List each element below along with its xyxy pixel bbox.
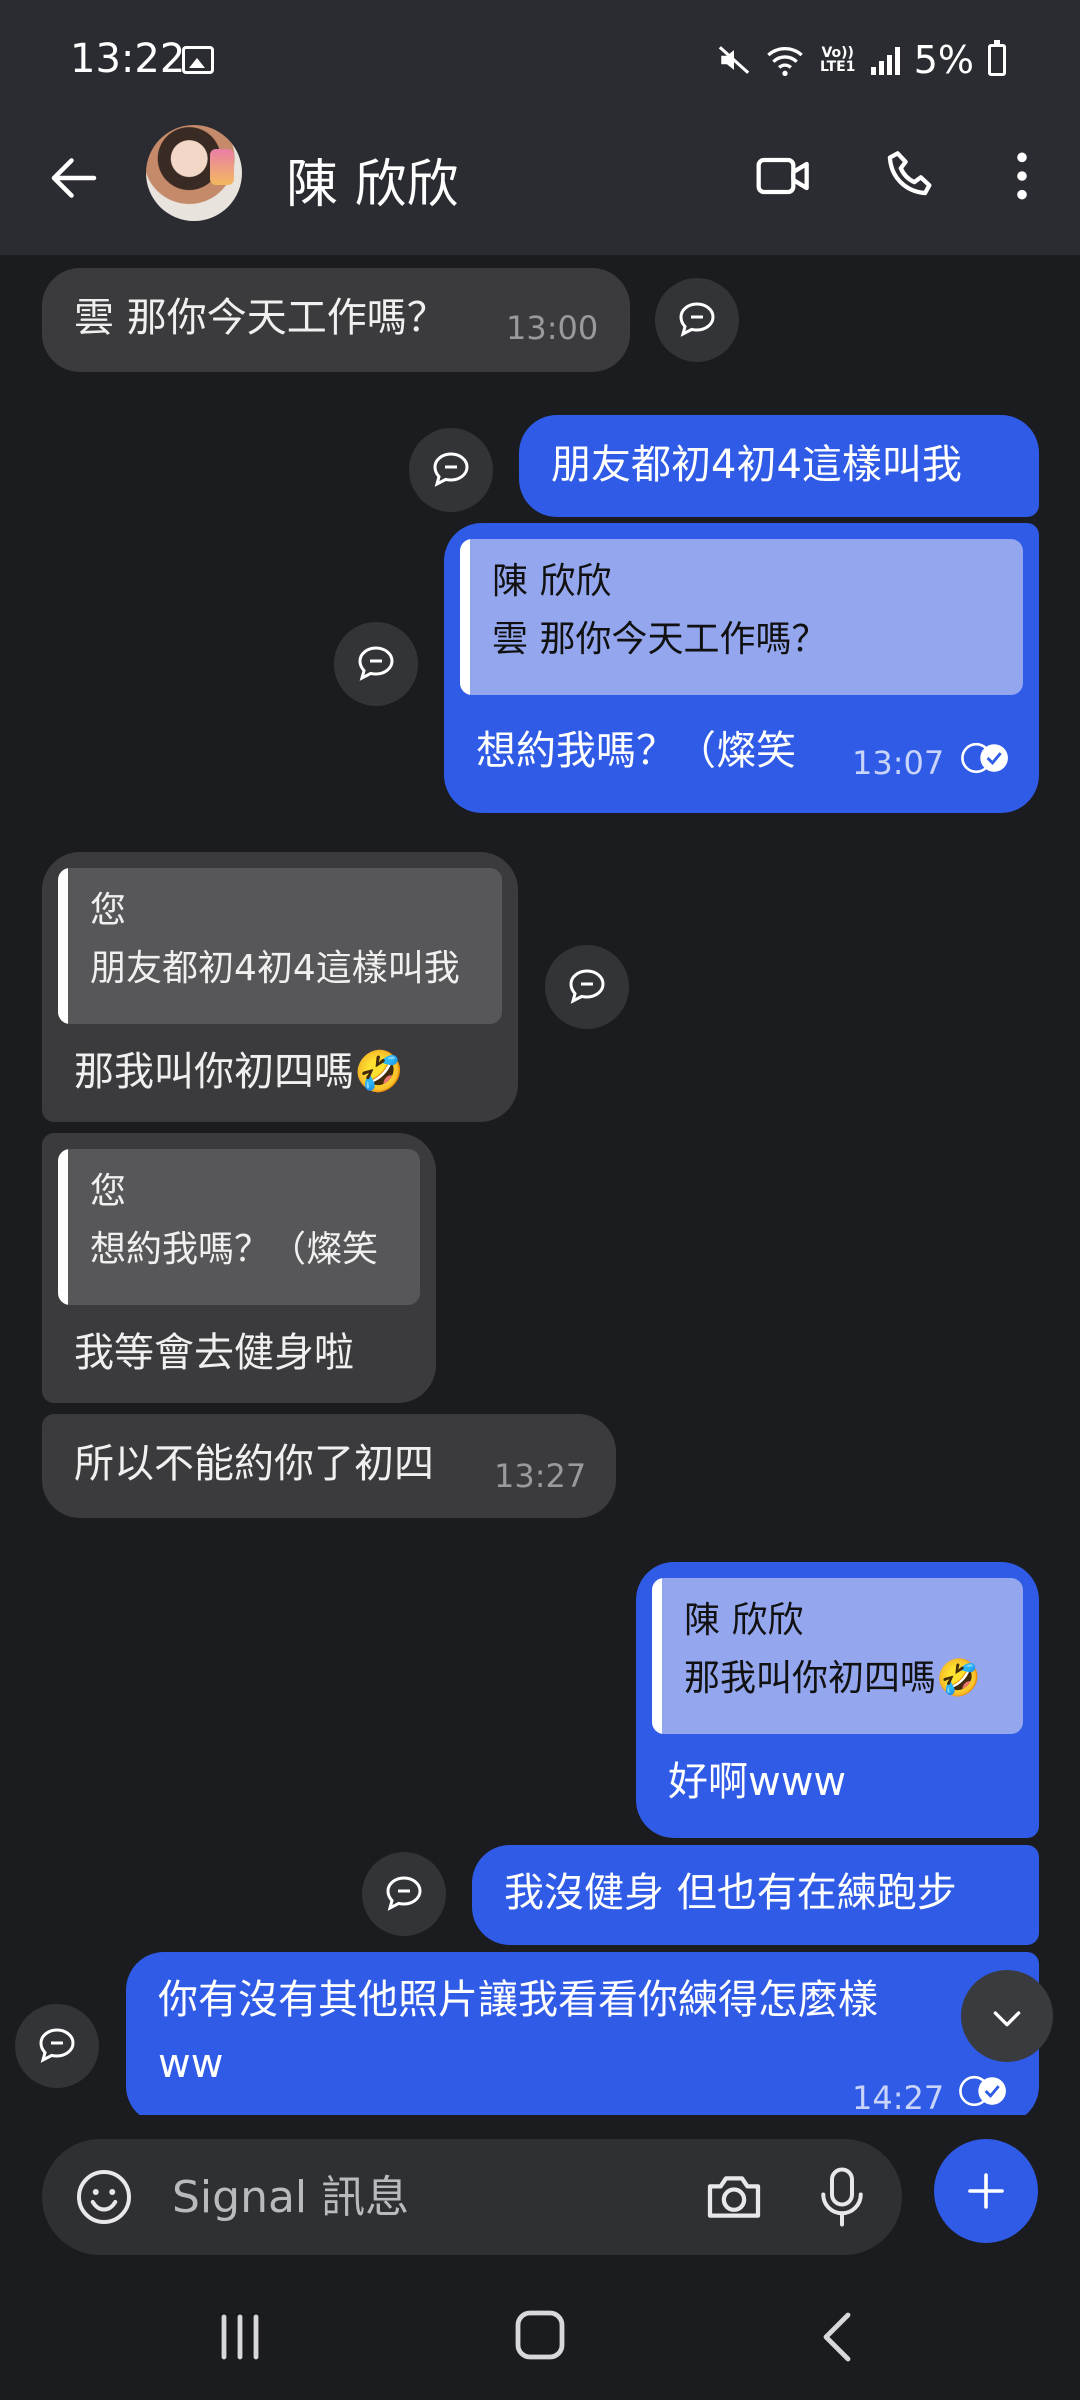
battery-icon [988, 40, 1006, 76]
outgoing-message[interactable]: 陳 欣欣 雲 那你今天工作嗎？ 想約我嗎？（燦笑 13:07 [444, 523, 1039, 813]
quoted-message[interactable]: 您 想約我嗎？（燦笑 [58, 1149, 420, 1305]
quote-text: 那我叫你初四嗎🤣 [684, 1658, 981, 1699]
quote-text: 雲 那你今天工作嗎？ [492, 619, 828, 660]
chevron-down-icon [993, 2011, 1021, 2027]
read-receipt-icon [959, 2075, 1006, 2107]
incoming-message[interactable]: 您 想約我嗎？（燦笑 我等會去健身啦 [42, 1133, 436, 1403]
message-time: 13:00 [506, 309, 599, 347]
reply-icon [569, 969, 605, 1004]
back-arrow-icon[interactable] [44, 148, 104, 208]
reply-button[interactable] [334, 622, 418, 706]
message-text: 我等會去健身啦 [74, 1330, 354, 1376]
composer [0, 2115, 1080, 2275]
signal-icon [870, 45, 900, 75]
quote-text: 朋友都初4初4這樣叫我 [90, 948, 460, 989]
incoming-message[interactable]: 雲 那你今天工作嗎？ 13:00 [42, 268, 630, 372]
message-time: 13:27 [494, 1457, 587, 1495]
reply-icon [433, 452, 469, 487]
quote-author: 陳 欣欣 [684, 1600, 804, 1641]
volte-label: Vo)) LTE1 [819, 45, 856, 75]
message-input[interactable] [172, 2167, 692, 2227]
system-nav-bar [0, 2275, 1080, 2400]
emoji-icon[interactable] [74, 2167, 134, 2227]
message-text: 雲 那你今天工作嗎？ [74, 295, 447, 341]
message-text: 好啊www [668, 1759, 847, 1805]
quoted-message[interactable]: 陳 欣欣 雲 那你今天工作嗎？ [460, 539, 1023, 695]
reply-icon [679, 302, 715, 337]
nav-home-icon[interactable] [500, 2305, 580, 2369]
read-receipt-icon [961, 742, 1008, 774]
message-text: 所以不能約你了初四 [74, 1441, 434, 1487]
phone-icon[interactable] [880, 144, 944, 208]
message-time: 14:27 [852, 2079, 945, 2115]
message-text: 朋友都初4初4這樣叫我 [551, 442, 962, 488]
nav-recents-icon[interactable] [200, 2305, 280, 2369]
message-text: 我沒健身 但也有在練跑步 [504, 1870, 957, 1916]
reply-button[interactable] [362, 1852, 446, 1936]
message-text: 想約我嗎？（燦笑 [476, 728, 796, 774]
mute-icon [718, 46, 749, 74]
outgoing-message[interactable]: 朋友都初4初4這樣叫我 [519, 415, 1039, 517]
quote-author: 您 [90, 890, 127, 931]
message-time: 13:07 [852, 744, 945, 782]
message-list[interactable]: 雲 那你今天工作嗎？ 13:00 朋友都初4初4這樣叫我 陳 欣欣 雲 那你今天… [0, 255, 1080, 2115]
message-text-line-1: 你有沒有其他照片讓我看看你練得怎麼樣 [158, 1977, 878, 2023]
image-notification-icon [182, 46, 214, 74]
incoming-message[interactable]: 所以不能約你了初四 13:27 [42, 1414, 616, 1518]
outgoing-message[interactable]: 陳 欣欣 那我叫你初四嗎🤣 好啊www [636, 1562, 1039, 1838]
wifi-icon [766, 47, 803, 76]
contact-name[interactable]: 陳 欣欣 [286, 142, 459, 217]
quote-author: 陳 欣欣 [492, 561, 612, 602]
incoming-message[interactable]: 您 朋友都初4初4這樣叫我 那我叫你初四嗎🤣 [42, 852, 518, 1122]
reply-icon [39, 2028, 75, 2063]
message-text: 那我叫你初四嗎🤣 [74, 1049, 404, 1095]
mic-icon[interactable] [812, 2163, 872, 2231]
quote-text: 想約我嗎？（燦笑 [90, 1229, 379, 1270]
avatar[interactable] [146, 125, 242, 221]
quote-author: 您 [90, 1171, 127, 1212]
reply-button[interactable] [15, 2004, 99, 2088]
quoted-message[interactable]: 您 朋友都初4初4這樣叫我 [58, 868, 502, 1024]
more-vert-icon[interactable] [990, 144, 1054, 208]
reply-button[interactable] [545, 945, 629, 1029]
outgoing-message[interactable]: 你有沒有其他照片讓我看看你練得怎麼樣 ww 14:27 [126, 1952, 1039, 2115]
nav-back-icon[interactable] [800, 2305, 880, 2369]
status-bar: 13:22 Vo)) LTE1 5% [0, 0, 1080, 120]
camera-icon[interactable] [702, 2165, 766, 2229]
plus-icon [968, 2173, 1004, 2209]
outgoing-message[interactable]: 我沒健身 但也有在練跑步 [472, 1845, 1039, 1945]
message-input-container [42, 2139, 902, 2255]
conversation-header: 陳 欣欣 [0, 120, 1080, 255]
reply-icon [358, 646, 394, 681]
reply-button[interactable] [409, 428, 493, 512]
attach-button[interactable] [934, 2139, 1038, 2243]
message-text-line-2: ww [158, 2041, 224, 2087]
scroll-to-bottom-button[interactable] [961, 1970, 1053, 2062]
status-indicators: Vo)) LTE1 5% [717, 38, 1006, 82]
video-call-icon[interactable] [752, 144, 816, 208]
status-time: 13:22 [70, 36, 186, 82]
battery-percent: 5% [913, 38, 974, 82]
reply-button[interactable] [655, 278, 739, 362]
quoted-message[interactable]: 陳 欣欣 那我叫你初四嗎🤣 [652, 1578, 1023, 1734]
reply-icon [386, 1876, 422, 1911]
